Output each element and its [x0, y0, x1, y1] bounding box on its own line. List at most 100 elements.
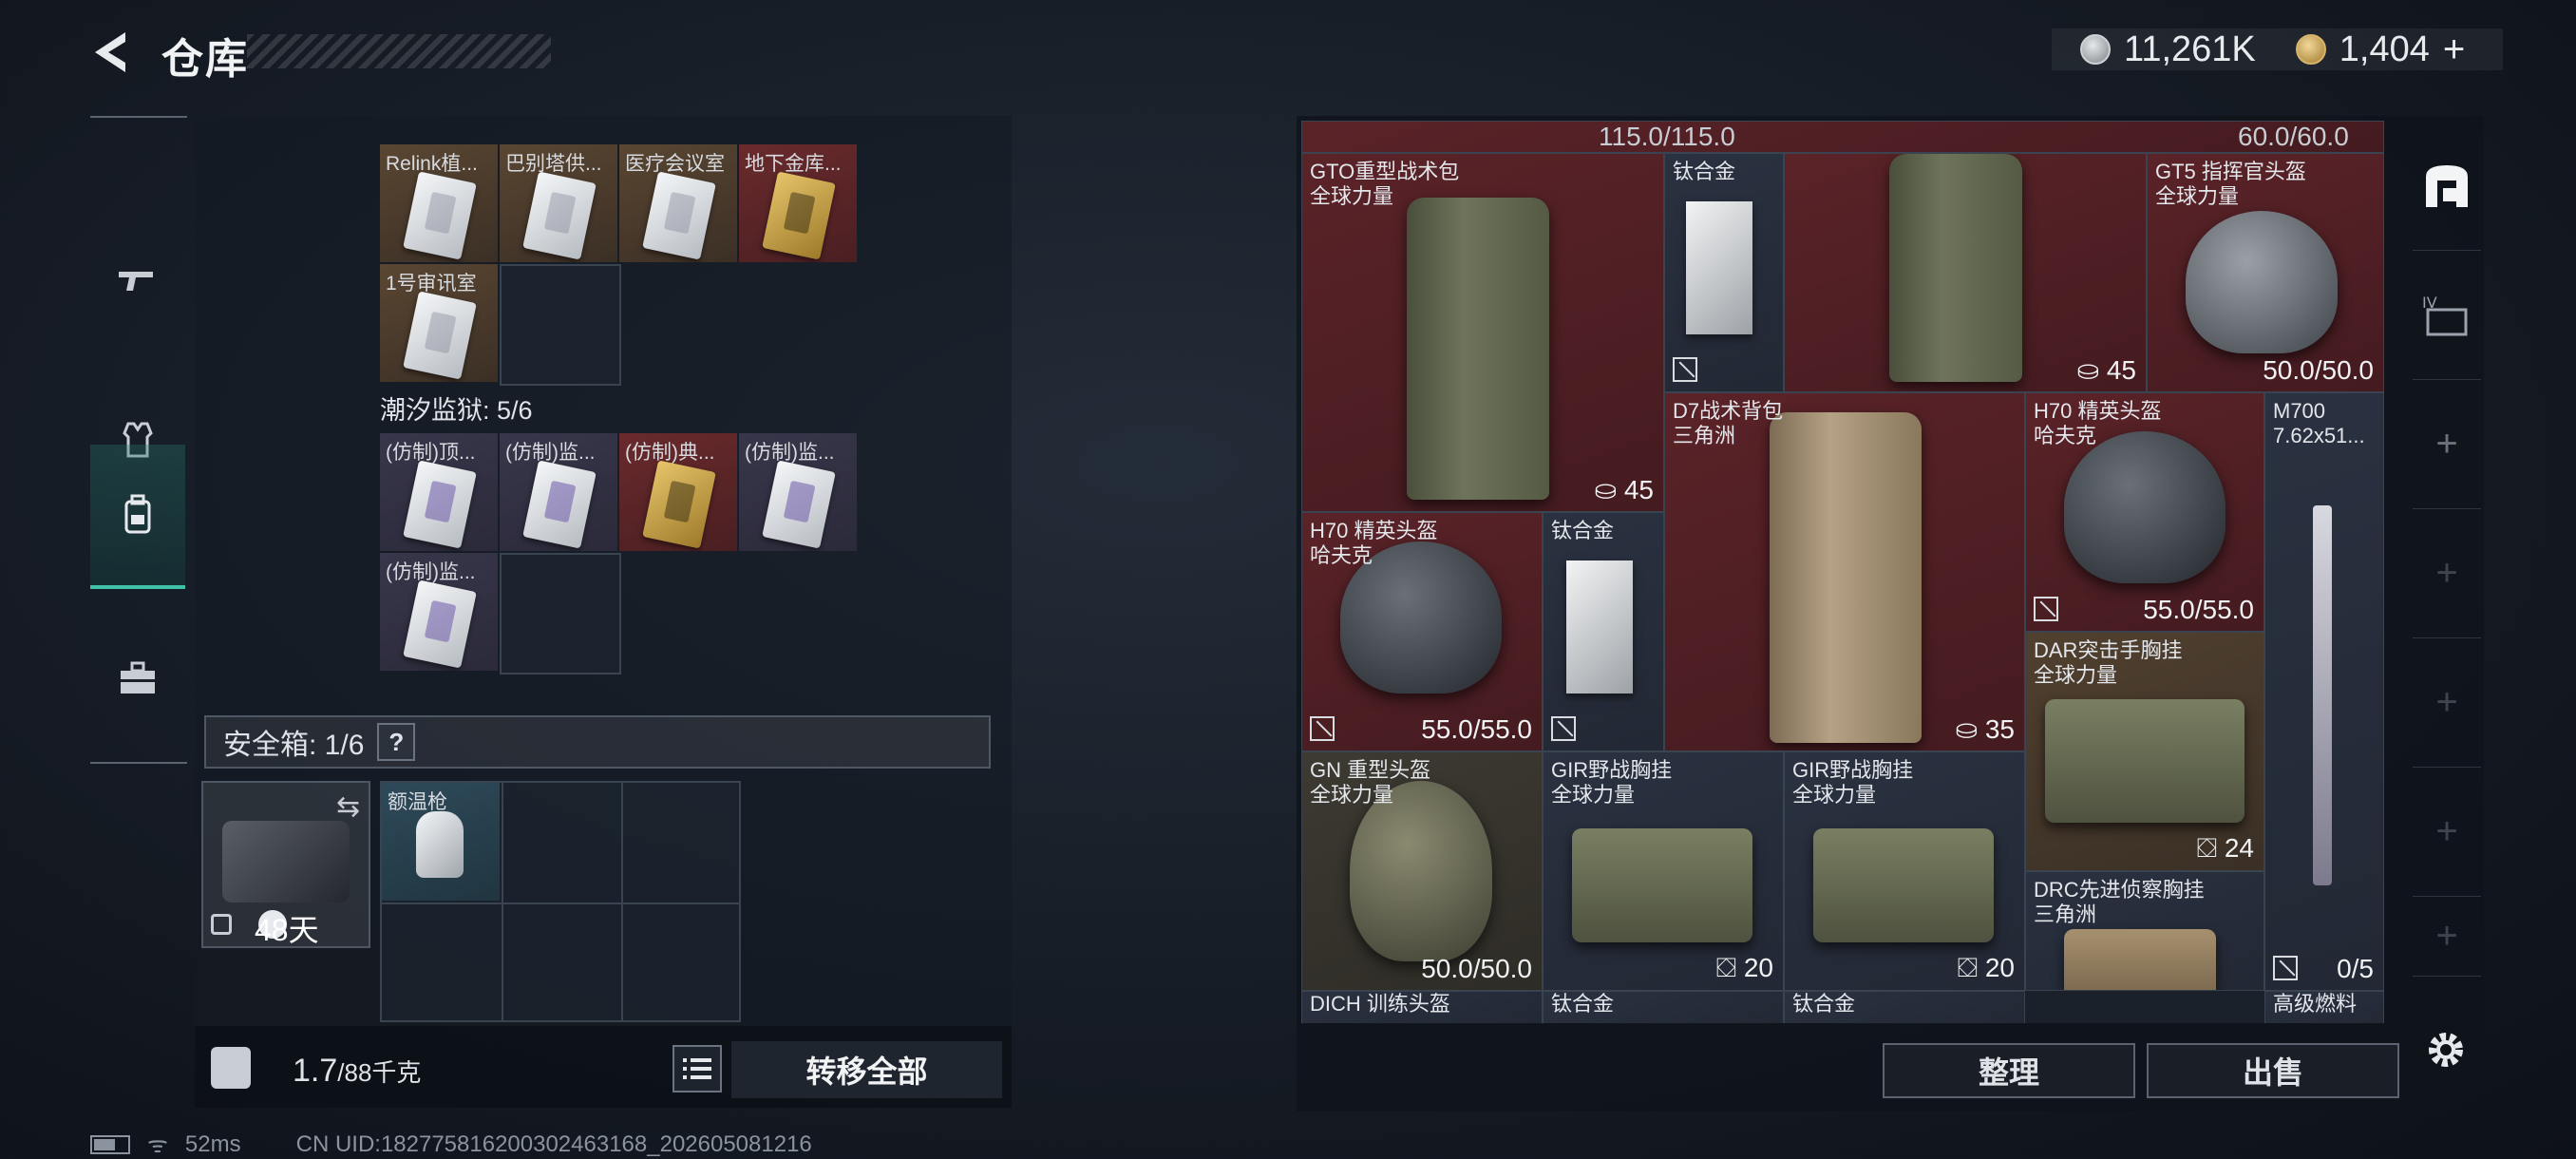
container-tab-main[interactable] [2413, 122, 2481, 251]
swap-icon[interactable]: ⇆ [336, 790, 360, 824]
item-stat: 55.0/55.0 [2143, 595, 2254, 624]
thermometer-gun-item[interactable]: 额温枪 [382, 783, 500, 901]
item-stat: 55.0/55.0 [1421, 714, 1532, 744]
item-stat: ⛋ 20 [1715, 953, 1773, 982]
plus-icon: + [2435, 915, 2458, 957]
item-label: GTO重型战术包 全球力量 [1310, 160, 1460, 208]
ping-value: 52ms [184, 1130, 241, 1157]
settings-gear-icon[interactable] [2422, 1026, 2470, 1074]
add-container-button[interactable]: + [2413, 897, 2481, 977]
item-h70-helmet[interactable]: H70 精英头盔 哈夫克 55.0/55.0 [1301, 512, 1543, 751]
add-container-button[interactable]: + [2413, 638, 2481, 768]
item-d7-backpack[interactable]: D7战术背包 三角洲 ⛀ 35 [1664, 392, 2025, 751]
weight-display: 1.7/88千克 [293, 1053, 421, 1090]
item-card-9[interactable]: (仿制)监... [739, 433, 857, 551]
weight-icon: ⛀ [1594, 475, 1618, 504]
safe-box-days: 48天 [255, 913, 319, 947]
item-dich-helmet[interactable]: DICH 训练头盔 [1301, 991, 1543, 1023]
item-label: GN 重型头盔 全球力量 [1310, 758, 1431, 807]
list-icon [683, 1058, 711, 1079]
case-iv-icon: IV [2422, 294, 2468, 335]
title-decoration [247, 34, 551, 68]
plus-icon: + [2435, 423, 2458, 465]
item-titanium[interactable]: 钛合金 [1784, 991, 2025, 1023]
item-titanium[interactable]: 钛合金 [1543, 991, 1784, 1023]
add-container-button[interactable]: + [2413, 380, 2481, 509]
item-label: (仿制)监... [505, 442, 596, 464]
item-card-1[interactable]: Relink植... [380, 144, 498, 262]
item-gn-helmet[interactable]: GN 重型头盔 全球力量 50.0/50.0 [1301, 751, 1543, 991]
page-title: 仓库 [161, 36, 249, 83]
item-stat: 50.0/50.0 [1421, 954, 1532, 983]
gun-icon [119, 272, 153, 291]
safe-box-header: 安全箱: 1/6 ? [204, 715, 991, 769]
item-stat: 0/5 [2337, 954, 2374, 983]
list-view-button[interactable] [672, 1045, 722, 1092]
silver-currency-value: 11,261K [2124, 28, 2256, 69]
item-label: GIR野战胸挂 全球力量 [1792, 758, 1914, 807]
item-card-4[interactable]: 地下金库... [739, 144, 857, 262]
empty-slot[interactable] [500, 553, 621, 674]
item-titanium[interactable]: 钛合金 [1664, 153, 1784, 392]
add-currency-button[interactable]: + [2443, 28, 2465, 71]
nav-backpack[interactable] [90, 445, 185, 589]
item-card-10[interactable]: (仿制)监... [380, 553, 498, 671]
item-card-8[interactable]: (仿制)典... [619, 433, 737, 551]
add-container-button[interactable]: + [2413, 768, 2481, 897]
item-stat: ⛀ 45 [1594, 475, 1654, 504]
item-label: 高级燃料 [2273, 992, 2358, 1016]
nav-toolbox[interactable] [90, 650, 185, 707]
item-dar-vest[interactable]: DAR突击手胸挂 全球力量 ⛋ 24 [2025, 632, 2264, 871]
no-drop-icon [2034, 597, 2058, 621]
no-drop-icon [2273, 956, 2298, 980]
item-label: 钛合金 [1792, 992, 1856, 1016]
item-drc-vest[interactable]: DRC先进侦察胸挂 三角洲 [2025, 871, 2264, 991]
item-label: 巴别塔供... [505, 153, 602, 175]
add-container-button[interactable]: + [2413, 509, 2481, 638]
safe-box-label: 安全箱: 1/6 [223, 730, 365, 761]
item-h70-helmet[interactable]: H70 精英头盔 哈夫克 55.0/55.0 [2025, 392, 2264, 632]
toolbox-icon [121, 661, 155, 694]
item-titanium[interactable]: 钛合金 [1543, 512, 1664, 751]
weight-max: /88千克 [337, 1058, 422, 1087]
item-gir-vest[interactable]: GIR野战胸挂 全球力量 ⛋ 20 [1543, 751, 1784, 991]
no-drop-icon [1673, 357, 1697, 382]
item-backpack-2[interactable]: ⛀ 45 [1784, 153, 2147, 392]
item-m700-rifle[interactable]: M700 7.62x51... 0/5 [2264, 392, 2384, 991]
empty-slot[interactable] [500, 264, 621, 386]
help-button[interactable]: ? [377, 723, 416, 761]
item-label: 钛合金 [1551, 519, 1615, 542]
thermometer-icon [416, 811, 464, 878]
item-label: M700 7.62x51... [2273, 399, 2365, 447]
item-label: DRC先进侦察胸挂 三角洲 [2034, 878, 2205, 926]
tide-prison-label: 潮汐监狱: 5/6 [380, 396, 533, 425]
item-label: 1号审讯室 [386, 273, 477, 294]
lock-icon [211, 914, 232, 935]
item-fuel[interactable]: 高级燃料 [2264, 991, 2384, 1023]
item-gir-vest[interactable]: GIR野战胸挂 全球力量 ⛋ 20 [1784, 751, 2025, 991]
nav-weapons[interactable] [90, 251, 185, 308]
silver-coin-icon [2080, 34, 2111, 65]
item-gt5-helmet[interactable]: GT5 指挥官头盔 全球力量 50.0/50.0 [2147, 153, 2384, 392]
no-drop-icon [1310, 716, 1335, 741]
sell-button[interactable]: 出售 [2147, 1043, 2399, 1098]
item-label: (仿制)监... [745, 442, 835, 464]
item-card-5[interactable]: 1号审讯室 [380, 264, 498, 382]
item-stat: ⛋ 24 [2196, 833, 2254, 863]
item-card-7[interactable]: (仿制)监... [500, 433, 617, 551]
transfer-all-button[interactable]: 转移全部 [731, 1041, 1002, 1098]
item-stat: 50.0/50.0 [2263, 355, 2374, 385]
status-bar: ᯤ 52ms CN UID:1827758162003024631​68_202… [90, 1129, 812, 1159]
item-card-3[interactable]: 医疗会议室 [619, 144, 737, 262]
weight-current: 1.7 [293, 1053, 338, 1089]
container-tab-iv[interactable]: IV [2413, 251, 2481, 380]
back-arrow-icon[interactable] [87, 28, 135, 76]
item-gto-backpack[interactable]: GTO重型战术包 全球力量 ⛀ 45 [1301, 153, 1664, 512]
plus-icon: + [2435, 810, 2458, 852]
currency-bar: 11,261K 1,404 + [2052, 28, 2503, 70]
top-strip: 115.0/115.0 60.0/60.0 [1301, 121, 2384, 153]
item-card-6[interactable]: (仿制)顶... [380, 433, 498, 551]
sort-button[interactable]: 整理 [1883, 1043, 2135, 1098]
item-card-2[interactable]: 巴别塔供... [500, 144, 617, 262]
weight-icon [211, 1047, 251, 1089]
